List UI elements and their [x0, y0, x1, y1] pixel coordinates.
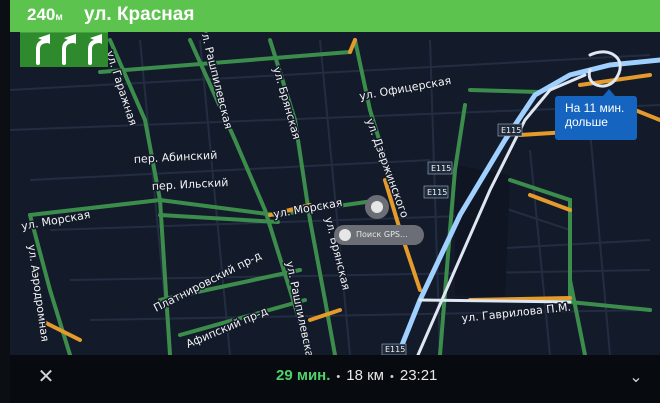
- location-dot-icon: [371, 201, 383, 213]
- lane-guidance-panel: [20, 32, 108, 67]
- gps-search-text: Поиск GPS...: [356, 230, 408, 239]
- gps-dot-icon: [339, 229, 351, 241]
- navigator-screen: ул. Гаражная ул. Рашпилевская ул. Брянск…: [10, 0, 660, 403]
- maneuver-distance-value: 240: [27, 5, 56, 24]
- arrival-time: 23:21: [399, 367, 438, 384]
- maneuver-distance: 240м: [27, 5, 63, 25]
- guidance-banner: 240м ул. Красная: [10, 0, 660, 32]
- e115-shield: E115: [497, 123, 523, 137]
- separator: •: [390, 371, 394, 383]
- svg-text:E115: E115: [431, 164, 451, 173]
- lane-arrow-left-icon: [62, 39, 76, 65]
- alternative-route-callout[interactable]: На 11 мин. дольше: [555, 89, 637, 140]
- e115-shield: E115: [381, 343, 407, 355]
- expand-route-icon[interactable]: ⌄: [624, 365, 648, 389]
- alt-route-line2: дольше: [565, 115, 608, 129]
- maneuver-distance-unit: м: [55, 12, 63, 23]
- lane-arrow-left-icon: [88, 39, 102, 65]
- svg-text:E115: E115: [385, 345, 405, 354]
- trip-info: 29 мин. • 18 км • 23:21: [276, 367, 437, 384]
- svg-text:E115: E115: [427, 188, 447, 197]
- gps-search-chip: Поиск GPS...: [334, 225, 424, 245]
- remaining-time: 29 мин.: [276, 367, 331, 384]
- lane-arrow-left-icon: [36, 39, 50, 65]
- e115-shield: E115: [427, 161, 453, 175]
- svg-text:E115: E115: [501, 126, 521, 135]
- close-navigation-icon[interactable]: ✕: [34, 364, 58, 388]
- current-location-marker: [365, 195, 389, 219]
- remaining-distance: 18 км: [346, 367, 384, 384]
- trip-summary-bar: ✕ 29 мин. • 18 км • 23:21 ⌄: [10, 355, 660, 403]
- next-street-name: ул. Красная: [84, 4, 195, 25]
- separator: •: [336, 371, 341, 383]
- alt-route-line1: На 11 мин.: [565, 101, 625, 115]
- e115-shield: E115: [423, 185, 449, 199]
